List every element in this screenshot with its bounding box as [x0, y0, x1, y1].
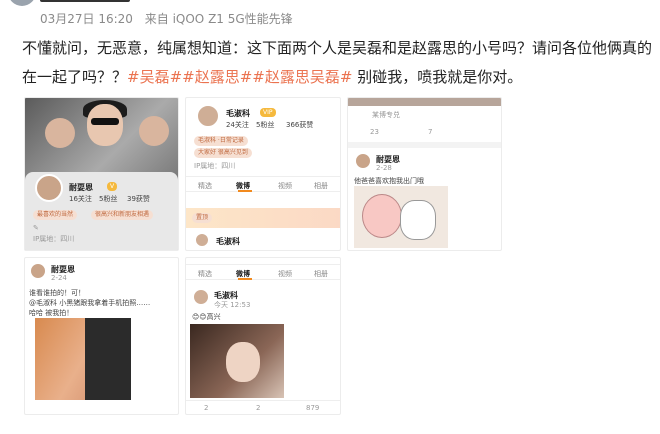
stat-fans: 5粉丝 [256, 121, 275, 129]
profile-tag: 毛淑科 ·日常记录 [194, 136, 248, 146]
image-grid: 耐耍恩 V 16关注 5粉丝 39获赞 最喜欢的当然 很高兴和新朋友相遇 ✎ I… [24, 97, 502, 415]
post-line: 谁看谁拍的！可！ [29, 289, 85, 297]
tab-album[interactable]: 相册 [314, 181, 328, 191]
comment-count: 23 [370, 128, 379, 136]
profile-panel: 耐耍恩 V 16关注 5粉丝 39获赞 最喜欢的当然 很高兴和新朋友相遇 ✎ I… [25, 172, 178, 250]
post-date[interactable]: 03月27日 16:20 [40, 12, 133, 26]
face [226, 342, 260, 382]
white-bunny-drawing [400, 200, 436, 240]
grid-image-2[interactable]: 毛淑科 VIP 24关注 5粉丝 366获赞 毛淑科 ·日常记录 大家好 很高兴… [185, 97, 341, 251]
tab-album[interactable]: 相册 [314, 269, 328, 279]
hashtag-zhaolusi[interactable]: #赵露思# [182, 68, 252, 86]
hashtag-zhaolusi-wulei[interactable]: #赵露思吴磊# [252, 68, 352, 86]
grid-image-4[interactable]: 耐耍恩 2-24 谁看谁拍的！可！ @毛淑科 小黑猪跟我拿着手机拍照…… 哈哈 … [24, 257, 179, 415]
grid-image-5[interactable]: 精选 微博 视频 相册 毛淑科 今天 12:53 😊😊高兴 2 2 879 [185, 257, 341, 415]
post-meta: 03月27日 16:20 来自 iQOO Z1 5G性能先锋 [40, 10, 301, 27]
grid-image-3[interactable]: 某博专兑 23 7 耐耍恩 2-28 他爸爸喜欢抱我出门哦 [347, 97, 502, 251]
stat-likes: 366获赞 [286, 121, 314, 129]
face [87, 104, 123, 146]
divider [348, 142, 501, 148]
sunglasses [91, 118, 119, 125]
sleeve-photo [85, 318, 131, 400]
post-source: 来自 iQOO Z1 5G性能先锋 [144, 12, 293, 26]
tab-underline [238, 278, 252, 280]
profile-tag: 很高兴和新朋友相遇 [91, 210, 154, 220]
vip-badge: VIP [260, 108, 276, 117]
hashtag-wulei[interactable]: #吴磊# [127, 68, 182, 86]
profile-bio: ✎ [33, 224, 39, 232]
previous-post-fragment [0, 0, 660, 6]
profile-tabs: 精选 微博 视频 相册 [186, 176, 340, 192]
post-caption: 😊😊高兴 [192, 313, 221, 321]
tab-video[interactable]: 视频 [278, 181, 292, 191]
profile-tabs: 精选 微博 视频 相册 [186, 264, 340, 280]
ip-location: IP属地：四川 [194, 162, 236, 170]
username-fragment [40, 0, 130, 2]
hand-right [139, 116, 169, 146]
pink-bear-drawing [362, 194, 402, 238]
post-line: 哈哈 被我拍！ [29, 309, 74, 317]
vip-badge: V [107, 182, 118, 191]
comment-count[interactable]: 2 [204, 404, 208, 412]
avatar [192, 288, 210, 306]
stat-follow: 24关注 [226, 121, 249, 129]
avatar[interactable] [8, 0, 36, 6]
repost-count[interactable]: 879 [306, 404, 319, 412]
tab-featured[interactable]: 精选 [198, 269, 212, 279]
like-count: 7 [428, 128, 433, 136]
tab-underline [238, 190, 252, 192]
post-time: 2-24 [51, 274, 67, 282]
avatar [196, 104, 220, 128]
top-caption: 某博专兑 [372, 111, 400, 119]
post-text: 不懂就问，无恶意，纯属想知道：这下面两个人是吴磊和是赵露思的小号吗？请问各位他俩… [22, 34, 652, 92]
hand-left [45, 118, 75, 148]
girl-photo [190, 324, 284, 398]
pinned-badge: 置顶 [192, 213, 213, 223]
avatar [354, 152, 372, 170]
like-count[interactable]: 2 [256, 404, 260, 412]
tab-video[interactable]: 视频 [278, 269, 292, 279]
profile-tag: 大家好 很高兴见到 [194, 148, 252, 158]
post-time: 今天 12:53 [214, 301, 251, 309]
drawing-image [354, 186, 448, 248]
tab-featured[interactable]: 精选 [198, 181, 212, 191]
avatar [35, 174, 63, 202]
profile-tag: 最喜欢的当然 [33, 210, 78, 220]
grid-image-1[interactable]: 耐耍恩 V 16关注 5粉丝 39获赞 最喜欢的当然 很高兴和新朋友相遇 ✎ I… [24, 97, 179, 251]
stat-likes: 39获赞 [127, 195, 150, 203]
poster-name: 毛淑科 [216, 237, 240, 246]
pinned-banner: 置顶 [186, 208, 340, 228]
profile-name: 毛淑科 [226, 109, 250, 118]
post-tail: 别碰我，喷我就是你对。 [352, 68, 523, 86]
post-line: @毛淑科 小黑猪跟我拿着手机拍照…… [29, 299, 151, 307]
avatar [194, 232, 210, 248]
stat-fans: 5粉丝 [99, 195, 118, 203]
post-actions: 2 2 879 [186, 400, 340, 414]
avatar [29, 262, 47, 280]
post-caption: 他爸爸喜欢抱我出门哦 [354, 177, 424, 185]
post-time: 2-28 [376, 164, 392, 172]
ip-location: IP属地：四川 [33, 235, 75, 243]
profile-name: 耐耍恩 [69, 183, 93, 192]
top-image-strip [348, 98, 501, 106]
stat-follow: 16关注 [69, 195, 92, 203]
